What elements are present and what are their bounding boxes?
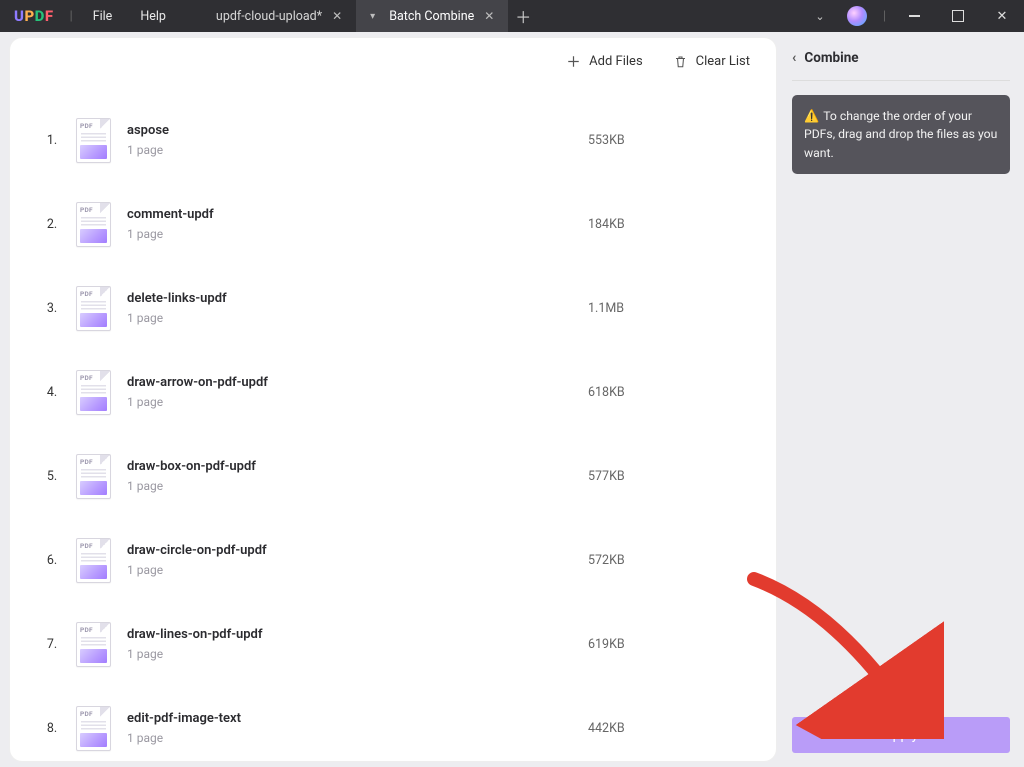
- file-row[interactable]: 2.PDF comment-updf 1 page184KB: [28, 182, 758, 266]
- divider: [792, 80, 1010, 81]
- window-maximize-button[interactable]: [936, 0, 980, 32]
- tab-label: Batch Combine: [389, 9, 474, 24]
- user-avatar[interactable]: [847, 6, 867, 26]
- file-name: draw-lines-on-pdf-updf: [127, 627, 588, 642]
- file-index: 7.: [28, 637, 76, 652]
- file-index: 2.: [28, 217, 76, 232]
- file-pages: 1 page: [127, 395, 588, 409]
- file-meta: aspose 1 page: [127, 123, 588, 157]
- file-index: 5.: [28, 469, 76, 484]
- clear-list-button[interactable]: Clear List: [673, 54, 750, 69]
- file-size: 184KB: [588, 217, 758, 232]
- tip-text: To change the order of your PDFs, drag a…: [804, 109, 997, 160]
- pdf-thumbnail-icon: PDF: [76, 454, 111, 499]
- chevron-left-icon[interactable]: ‹: [792, 50, 796, 66]
- file-pages: 1 page: [127, 731, 588, 745]
- workspace: Add Files Clear List 1.PDFaspose1 page55…: [0, 32, 1024, 767]
- add-files-button[interactable]: Add Files: [566, 54, 642, 69]
- divider: |: [70, 9, 73, 24]
- close-icon[interactable]: ✕: [484, 10, 494, 22]
- combine-side-panel: ‹ Combine ⚠️To change the order of your …: [776, 32, 1024, 767]
- file-name: comment-updf: [127, 207, 588, 222]
- tab-strip: updf-cloud-upload* ✕ ▾ Batch Combine ✕ ＋: [202, 0, 803, 32]
- trash-icon: [673, 54, 688, 69]
- tabs-overflow-icon[interactable]: ⌄: [803, 10, 837, 23]
- close-icon[interactable]: ✕: [332, 10, 342, 22]
- file-size: 1.1MB: [588, 301, 758, 316]
- file-size: 442KB: [588, 721, 758, 736]
- file-name: draw-box-on-pdf-updf: [127, 459, 588, 474]
- reorder-tip: ⚠️To change the order of your PDFs, drag…: [792, 95, 1010, 174]
- pdf-thumbnail-icon: PDF: [76, 538, 111, 583]
- file-meta: draw-lines-on-pdf-updf 1 page: [127, 627, 588, 661]
- file-row[interactable]: 6.PDF draw-circle-on-pdf-updf 1 page572KB: [28, 518, 758, 602]
- file-pages: 1 page: [127, 143, 588, 157]
- warning-icon: ⚠️: [804, 109, 819, 123]
- file-row[interactable]: 8.PDF edit-pdf-image-text 1 page442KB: [28, 686, 758, 761]
- file-row[interactable]: 1.PDF aspose 1 page553KB: [28, 98, 758, 182]
- plus-icon: [566, 54, 581, 69]
- file-size: 577KB: [588, 469, 758, 484]
- menu-file[interactable]: File: [79, 0, 127, 32]
- file-row[interactable]: 5.PDF draw-box-on-pdf-updf 1 page577KB: [28, 434, 758, 518]
- file-list-panel: Add Files Clear List 1.PDFaspose1 page55…: [10, 38, 776, 761]
- window-controls: |: [837, 0, 1024, 32]
- file-list-toolbar: Add Files Clear List: [566, 54, 750, 69]
- file-meta: draw-circle-on-pdf-updf 1 page: [127, 543, 588, 577]
- tab-label: updf-cloud-upload*: [216, 9, 322, 24]
- panel-header: ‹ Combine: [792, 50, 1010, 66]
- app-logo: UPDF: [0, 7, 64, 25]
- file-row[interactable]: 7.PDF draw-lines-on-pdf-updf 1 page619KB: [28, 602, 758, 686]
- file-pages: 1 page: [127, 227, 588, 241]
- file-meta: comment-updf 1 page: [127, 207, 588, 241]
- file-row[interactable]: 3.PDF delete-links-updf 1 page1.1MB: [28, 266, 758, 350]
- file-pages: 1 page: [127, 647, 588, 661]
- title-bar: UPDF | File Help updf-cloud-upload* ✕ ▾ …: [0, 0, 1024, 32]
- file-index: 1.: [28, 133, 76, 148]
- file-meta: draw-box-on-pdf-updf 1 page: [127, 459, 588, 493]
- file-row[interactable]: 4.PDF draw-arrow-on-pdf-updf 1 page618KB: [28, 350, 758, 434]
- file-index: 3.: [28, 301, 76, 316]
- pdf-thumbnail-icon: PDF: [76, 622, 111, 667]
- file-meta: delete-links-updf 1 page: [127, 291, 588, 325]
- add-files-label: Add Files: [589, 54, 642, 69]
- file-pages: 1 page: [127, 479, 588, 493]
- file-meta: draw-arrow-on-pdf-updf 1 page: [127, 375, 588, 409]
- file-list: 1.PDFaspose1 page553KB2.PDFcomment-updf1…: [28, 98, 758, 761]
- panel-title: Combine: [804, 50, 858, 66]
- new-tab-button[interactable]: ＋: [508, 4, 538, 28]
- file-index: 6.: [28, 553, 76, 568]
- chevron-down-icon[interactable]: ▾: [370, 11, 375, 22]
- file-name: edit-pdf-image-text: [127, 711, 588, 726]
- clear-list-label: Clear List: [696, 54, 750, 69]
- file-index: 4.: [28, 385, 76, 400]
- pdf-thumbnail-icon: PDF: [76, 706, 111, 751]
- file-pages: 1 page: [127, 311, 588, 325]
- apply-button[interactable]: Apply: [792, 717, 1010, 753]
- pdf-thumbnail-icon: PDF: [76, 370, 111, 415]
- file-name: aspose: [127, 123, 588, 138]
- tab-batch-combine[interactable]: ▾ Batch Combine ✕: [356, 0, 508, 32]
- file-size: 619KB: [588, 637, 758, 652]
- window-close-button[interactable]: [980, 0, 1024, 32]
- file-name: delete-links-updf: [127, 291, 588, 306]
- file-size: 572KB: [588, 553, 758, 568]
- tab-updf-cloud-upload[interactable]: updf-cloud-upload* ✕: [202, 0, 356, 32]
- pdf-thumbnail-icon: PDF: [76, 202, 111, 247]
- file-name: draw-circle-on-pdf-updf: [127, 543, 588, 558]
- divider: |: [883, 9, 886, 24]
- file-index: 8.: [28, 721, 76, 736]
- pdf-thumbnail-icon: PDF: [76, 286, 111, 331]
- window-minimize-button[interactable]: [892, 0, 936, 32]
- file-meta: edit-pdf-image-text 1 page: [127, 711, 588, 745]
- file-size: 618KB: [588, 385, 758, 400]
- pdf-thumbnail-icon: PDF: [76, 118, 111, 163]
- file-pages: 1 page: [127, 563, 588, 577]
- menu-help[interactable]: Help: [126, 0, 180, 32]
- file-name: draw-arrow-on-pdf-updf: [127, 375, 588, 390]
- file-size: 553KB: [588, 133, 758, 148]
